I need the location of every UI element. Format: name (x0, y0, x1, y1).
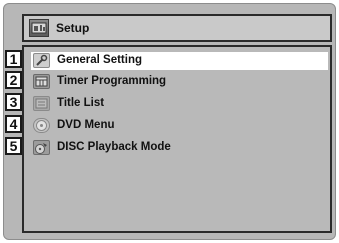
menu-item-dvd-menu[interactable]: DVD Menu (31, 117, 328, 135)
setup-menu-panel: General Setting Timer Programming Title … (22, 45, 332, 233)
callout-number-5: 5 (5, 137, 22, 155)
menu-item-title-list[interactable]: Title List (31, 95, 328, 113)
menu-item-label: Timer Programming (57, 75, 167, 87)
callout-number-3: 3 (5, 93, 22, 111)
menu-item-label: Title List (57, 97, 105, 109)
callout-number-1: 1 (5, 50, 22, 68)
menu-item-label: General Setting (57, 54, 142, 66)
dvd-icon (33, 118, 50, 133)
setup-header: Setup (22, 14, 332, 42)
menu-item-disc-playback-mode[interactable]: DISC Playback Mode (31, 139, 328, 157)
title-list-icon (33, 96, 50, 111)
menu-item-general-setting[interactable]: General Setting (31, 52, 328, 70)
timer-icon (33, 74, 50, 89)
menu-item-timer-programming[interactable]: Timer Programming (31, 73, 328, 91)
setup-icon (29, 19, 49, 37)
wrench-icon (33, 53, 50, 68)
menu-item-label: DISC Playback Mode (57, 141, 171, 153)
callout-number-2: 2 (5, 71, 22, 89)
callout-number-4: 4 (5, 115, 22, 133)
page-title: Setup (56, 21, 90, 35)
menu-item-label: DVD Menu (57, 119, 115, 131)
disc-icon (33, 140, 50, 155)
